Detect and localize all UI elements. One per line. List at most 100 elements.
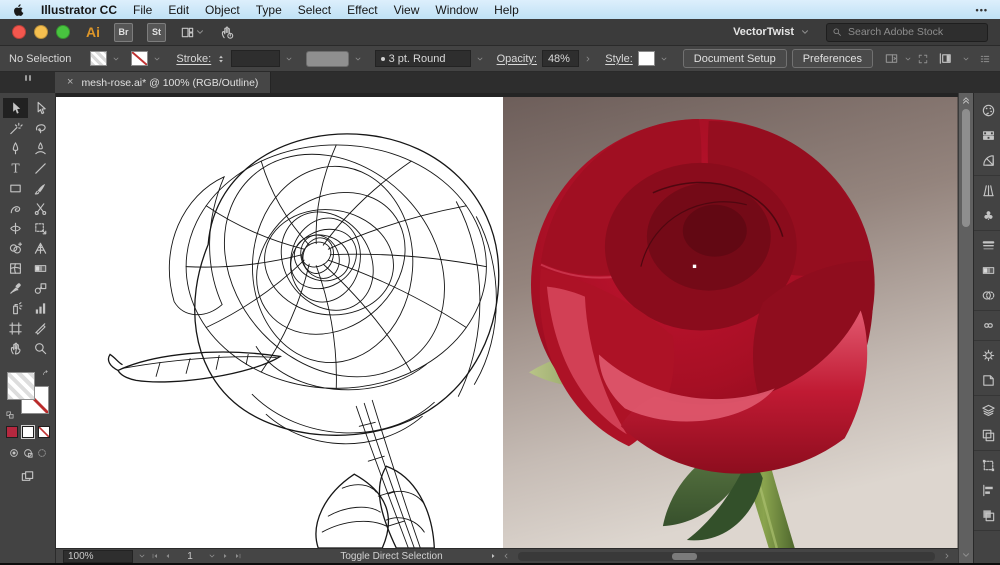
panel-transparency-button[interactable]	[981, 285, 996, 306]
tool-rectangle[interactable]	[3, 178, 28, 198]
tool-blend[interactable]	[28, 278, 53, 298]
close-window-button[interactable]	[12, 25, 26, 39]
stroke-weight-field[interactable]	[231, 50, 280, 67]
default-fill-stroke-icon[interactable]	[5, 410, 15, 420]
menu-item-illustrator[interactable]: Illustrator CC	[41, 3, 117, 17]
bridge-button[interactable]: Br	[114, 23, 133, 42]
style-panel-label[interactable]: Style:	[605, 53, 633, 65]
tool-paintbrush[interactable]	[28, 178, 53, 198]
tool-shape-builder[interactable]	[3, 238, 28, 258]
illustrator-app-icon[interactable]: Ai	[86, 24, 100, 40]
panel-graphic-styles-button[interactable]	[981, 370, 996, 391]
chevron-down-icon[interactable]	[962, 55, 970, 63]
tool-lasso[interactable]	[28, 118, 53, 138]
dock-panel-icon[interactable]	[938, 51, 953, 66]
stroke-panel-label[interactable]: Stroke:	[176, 53, 211, 65]
tool-scissors[interactable]	[28, 198, 53, 218]
tool-type[interactable]: T	[3, 158, 28, 178]
vertical-scrollbar[interactable]	[958, 93, 973, 563]
opacity-field[interactable]: 48%	[542, 50, 579, 67]
none-button[interactable]	[38, 426, 50, 438]
tool-pen[interactable]	[3, 138, 28, 158]
fill-color-swatch[interactable]	[90, 51, 107, 66]
list-options-icon[interactable]	[979, 53, 991, 65]
tool-shaper[interactable]	[3, 198, 28, 218]
chevron-right-icon[interactable]	[584, 55, 592, 63]
tool-line-segment[interactable]	[28, 158, 53, 178]
zoom-level-field[interactable]: 100%	[63, 550, 133, 563]
panel-cc-libraries-button[interactable]	[981, 315, 996, 336]
previous-artboard-icon[interactable]	[164, 552, 172, 560]
menu-item-file[interactable]: File	[133, 3, 152, 17]
last-artboard-icon[interactable]	[234, 552, 242, 560]
panel-transform-button[interactable]	[981, 455, 996, 476]
tool-width[interactable]	[3, 218, 28, 238]
tool-hand[interactable]	[3, 338, 28, 358]
draw-normal-icon[interactable]	[8, 447, 20, 459]
menu-item-effect[interactable]: Effect	[347, 3, 377, 17]
tool-free-transform[interactable]	[28, 218, 53, 238]
tool-artboard[interactable]	[3, 318, 28, 338]
chevron-down-icon[interactable]	[285, 55, 293, 63]
chevron-down-icon[interactable]	[476, 55, 484, 63]
document-tab[interactable]: × mesh-rose.ai* @ 100% (RGB/Outline)	[55, 72, 271, 93]
tool-slice[interactable]	[28, 318, 53, 338]
first-artboard-icon[interactable]	[151, 552, 159, 560]
swap-fill-stroke-icon[interactable]	[41, 369, 51, 379]
chevron-down-icon[interactable]	[195, 27, 205, 37]
scroll-down-icon[interactable]	[961, 550, 971, 560]
chevron-down-icon[interactable]	[904, 55, 912, 63]
artboard-outline-view[interactable]	[56, 97, 503, 548]
chevron-down-icon[interactable]	[138, 552, 146, 560]
workspace-switcher[interactable]: VectorTwist	[733, 26, 810, 38]
tool-eyedropper[interactable]	[3, 278, 28, 298]
vertical-scroll-thumb[interactable]	[962, 109, 970, 227]
tool-symbol-sprayer[interactable]	[3, 298, 28, 318]
expand-panels-icon[interactable]	[917, 53, 929, 65]
chevron-down-icon[interactable]	[112, 55, 120, 63]
status-tool-hint[interactable]: Toggle Direct Selection	[299, 551, 484, 562]
gradient-button[interactable]	[22, 426, 34, 438]
stroke-color-swatch[interactable]	[131, 51, 148, 66]
menu-item-type[interactable]: Type	[256, 3, 282, 17]
chevron-down-icon[interactable]	[153, 55, 161, 63]
horizontal-scrollbar[interactable]	[518, 552, 935, 561]
next-artboard-icon[interactable]	[221, 552, 229, 560]
close-tab-icon[interactable]: ×	[67, 77, 73, 88]
tool-selection[interactable]	[3, 98, 28, 118]
stroke-weight-stepper[interactable]	[216, 54, 226, 64]
canvas[interactable]	[56, 93, 958, 548]
scroll-left-icon[interactable]	[502, 552, 510, 560]
tool-curvature[interactable]	[28, 138, 53, 158]
panel-align-button[interactable]	[981, 480, 996, 501]
stock-button[interactable]: St	[147, 23, 166, 42]
tool-mesh[interactable]	[3, 258, 28, 278]
adobe-stock-search[interactable]	[826, 23, 988, 42]
menu-item-view[interactable]: View	[394, 3, 420, 17]
menu-item-edit[interactable]: Edit	[168, 3, 189, 17]
menu-item-select[interactable]: Select	[298, 3, 331, 17]
document-setup-button[interactable]: Document Setup	[683, 49, 787, 68]
menu-item-window[interactable]: Window	[435, 3, 478, 17]
panel-color-button[interactable]	[981, 100, 996, 121]
chevron-down-icon[interactable]	[660, 55, 668, 63]
arrange-documents-icon[interactable]	[180, 25, 195, 40]
panel-symbols-button[interactable]: ♣	[981, 205, 996, 226]
panel-color-guide-button[interactable]	[981, 150, 996, 171]
artboard-preview-view[interactable]	[503, 97, 958, 548]
stock-search-input[interactable]	[846, 25, 982, 39]
panel-appearance-button[interactable]	[981, 345, 996, 366]
panel-gradient-panel-button[interactable]	[981, 260, 996, 281]
fill-proxy-swatch[interactable]	[7, 372, 35, 400]
horizontal-scroll-thumb[interactable]	[672, 553, 697, 560]
brush-definition-dropdown[interactable]: 3 pt. Round	[375, 50, 471, 67]
variable-width-profile[interactable]	[306, 51, 349, 67]
play-icon[interactable]	[489, 552, 497, 560]
tool-magic-wand[interactable]	[3, 118, 28, 138]
tool-zoom[interactable]	[28, 338, 53, 358]
tool-perspective-grid[interactable]	[28, 238, 53, 258]
scroll-right-icon[interactable]	[943, 552, 951, 560]
chevron-down-icon[interactable]	[354, 55, 362, 63]
panel-pathfinder-button[interactable]	[981, 505, 996, 526]
panel-swatches-button[interactable]	[981, 125, 996, 146]
